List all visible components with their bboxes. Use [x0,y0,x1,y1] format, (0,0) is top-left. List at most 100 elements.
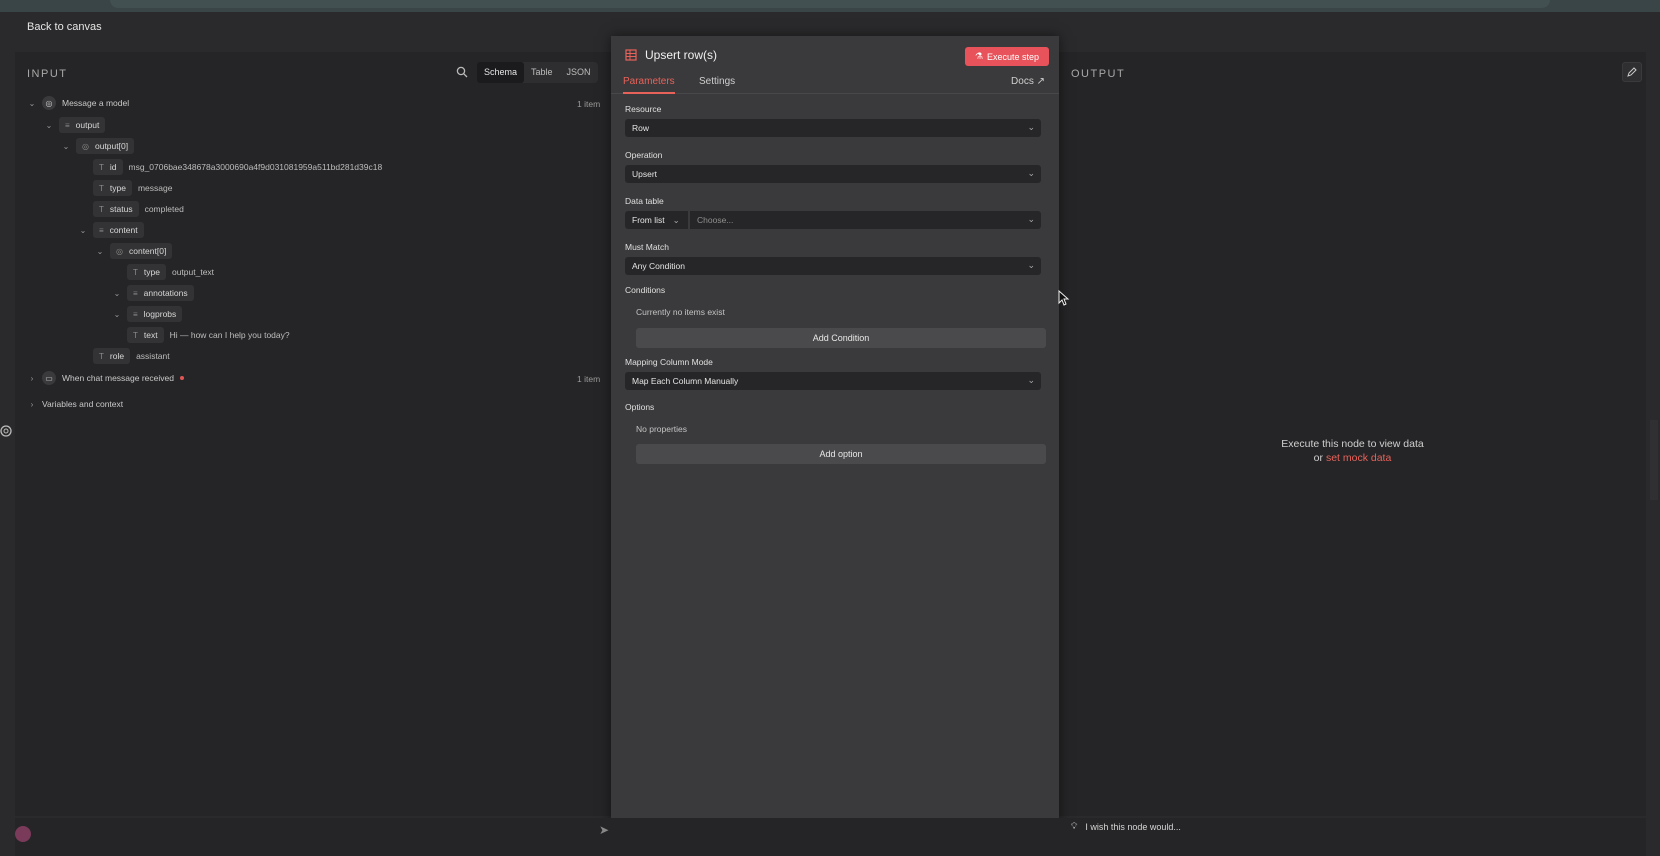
tree-row-id[interactable]: Tid msg_0706bae348678a3000690a4f9d031081… [93,159,382,175]
field-value: completed [144,204,184,214]
field-badge[interactable]: Trole [93,348,131,364]
status-dot [179,376,184,380]
input-panel-label: INPUT [27,68,68,80]
field-badge[interactable]: ≡ annotations [127,285,194,301]
chevron-down-icon[interactable]: ⌄ [113,310,121,319]
chevron-down-icon[interactable]: ⌄ [45,121,53,130]
field-badge[interactable]: Ttype [127,264,166,280]
tree-row-content-type[interactable]: Ttype output_text [127,264,214,280]
chevron-down-icon[interactable]: ⌄ [62,142,70,151]
field-badge[interactable]: ◎ content[0] [110,243,173,259]
datatable-label: Data table [625,196,664,206]
chevron-down-icon: ⌄ [1027,214,1035,224]
modal-title: Upsert row(s) [625,48,717,62]
datatable-mode-select[interactable]: From list ⌄ [625,211,688,229]
chevron-right-icon[interactable]: › [28,374,36,383]
chat-input[interactable] [55,824,575,844]
view-toggle: Schema Table JSON [477,62,598,83]
right-edge-handle [1650,420,1658,500]
send-icon[interactable]: ➤ [599,823,609,837]
execute-step-button[interactable]: ⚗ Execute step [965,47,1049,66]
add-condition-button[interactable]: Add Condition [636,328,1046,348]
search-icon[interactable] [456,65,472,81]
view-tab-schema[interactable]: Schema [477,62,525,83]
field-key: content [109,225,138,235]
chevron-down-icon: ⌄ [1027,168,1035,178]
tree-row-role[interactable]: Trole assistant [93,348,170,364]
tree-row-type[interactable]: Ttype message [93,180,172,196]
top-bar-inner [110,0,1550,8]
docs-link[interactable]: Docs ↗ [1011,76,1045,87]
tree-row-output[interactable]: ⌄ ≡ output [45,117,106,133]
chevron-down-icon: ⌄ [1027,122,1035,132]
table-icon [625,49,637,61]
field-key: annotations [143,288,188,298]
node-name: When chat message received [62,373,174,383]
must-match-select[interactable]: Any Condition ⌄ [625,257,1041,275]
chevron-down-icon[interactable]: ⌄ [96,247,104,256]
field-badge[interactable]: Ttext [127,327,164,343]
tree-node-message-model[interactable]: ⌄ ◎ Message a model [28,95,129,111]
set-mock-data-link[interactable]: set mock data [1326,452,1391,464]
resource-select[interactable]: Row ⌄ [625,119,1041,137]
operation-select[interactable]: Upsert ⌄ [625,165,1041,183]
tab-settings[interactable]: Settings [699,76,735,94]
chevron-right-icon[interactable]: › [28,400,36,409]
tree-row-content[interactable]: ⌄ ≡ content [79,222,144,238]
chevron-down-icon: ⌄ [672,214,680,225]
tree-row-annotations[interactable]: ⌄ ≡ annotations [113,285,194,301]
chevron-down-icon[interactable]: ⌄ [113,289,121,298]
tree-row-logprobs[interactable]: ⌄ ≡ logprobs [113,306,183,322]
field-badge[interactable]: Tid [93,159,123,175]
pencil-icon [1627,67,1637,77]
view-tab-json[interactable]: JSON [560,62,598,83]
text-type-icon: T [99,204,104,214]
tree-row-output0[interactable]: ⌄ ◎ output[0] [62,138,135,154]
tree-row-status[interactable]: Tstatus completed [93,201,184,217]
tree-node-variables[interactable]: › Variables and context [28,396,123,412]
text-type-icon: T [99,162,104,172]
field-value: Hi — how can I help you today? [169,330,290,340]
field-key: output[0] [94,141,129,151]
array-icon: ≡ [133,309,138,319]
conditions-label: Conditions [625,285,666,295]
tab-parameters[interactable]: Parameters [623,76,675,94]
datatable-choose-select[interactable]: Choose... ⌄ [690,211,1041,229]
operation-value: Upsert [632,169,658,179]
chat-icon: ▭ [42,371,56,385]
openai-icon[interactable] [0,424,12,442]
field-badge[interactable]: ≡ content [93,222,144,238]
chevron-down-icon[interactable]: ⌄ [28,99,36,108]
operation-label: Operation [625,150,663,160]
field-key: type [109,183,126,193]
output-empty-message: Execute this node to view data [1281,438,1424,450]
field-key: role [109,351,125,361]
item-count: 1 item [577,99,601,109]
resource-label: Resource [625,104,662,114]
edit-output-button[interactable] [1622,62,1642,82]
field-key: text [143,330,158,340]
field-badge[interactable]: ≡ output [59,117,106,133]
datatable-mode-value: From list [632,215,665,225]
chevron-down-icon[interactable]: ⌄ [79,226,87,235]
feedback-link[interactable]: 💡︎ I wish this node would... [1071,821,1181,832]
field-badge[interactable]: ≡ logprobs [127,306,183,322]
add-option-button[interactable]: Add option [636,444,1046,464]
field-badge[interactable]: Tstatus [93,201,139,217]
options-empty: No properties [636,424,688,434]
object-icon: ◎ [116,246,123,256]
field-value: message [137,183,173,193]
field-badge[interactable]: Ttype [93,180,132,196]
text-type-icon: T [133,330,138,340]
field-badge[interactable]: ◎ output[0] [76,138,135,154]
back-to-canvas-link[interactable]: Back to canvas [27,21,102,33]
object-icon: ◎ [82,141,89,151]
tree-node-chat-trigger[interactable]: › ▭ When chat message received [28,370,184,386]
tree-row-content0[interactable]: ⌄ ◎ content[0] [96,243,173,259]
flask-icon: ⚗ [974,51,984,61]
view-tab-table[interactable]: Table [524,62,560,83]
mapping-mode-select[interactable]: Map Each Column Manually ⌄ [625,372,1041,390]
item-count: 1 item [577,374,601,384]
tree-row-text[interactable]: Ttext Hi — how can I help you today? [127,327,290,343]
openai-icon: ◎ [42,96,56,110]
